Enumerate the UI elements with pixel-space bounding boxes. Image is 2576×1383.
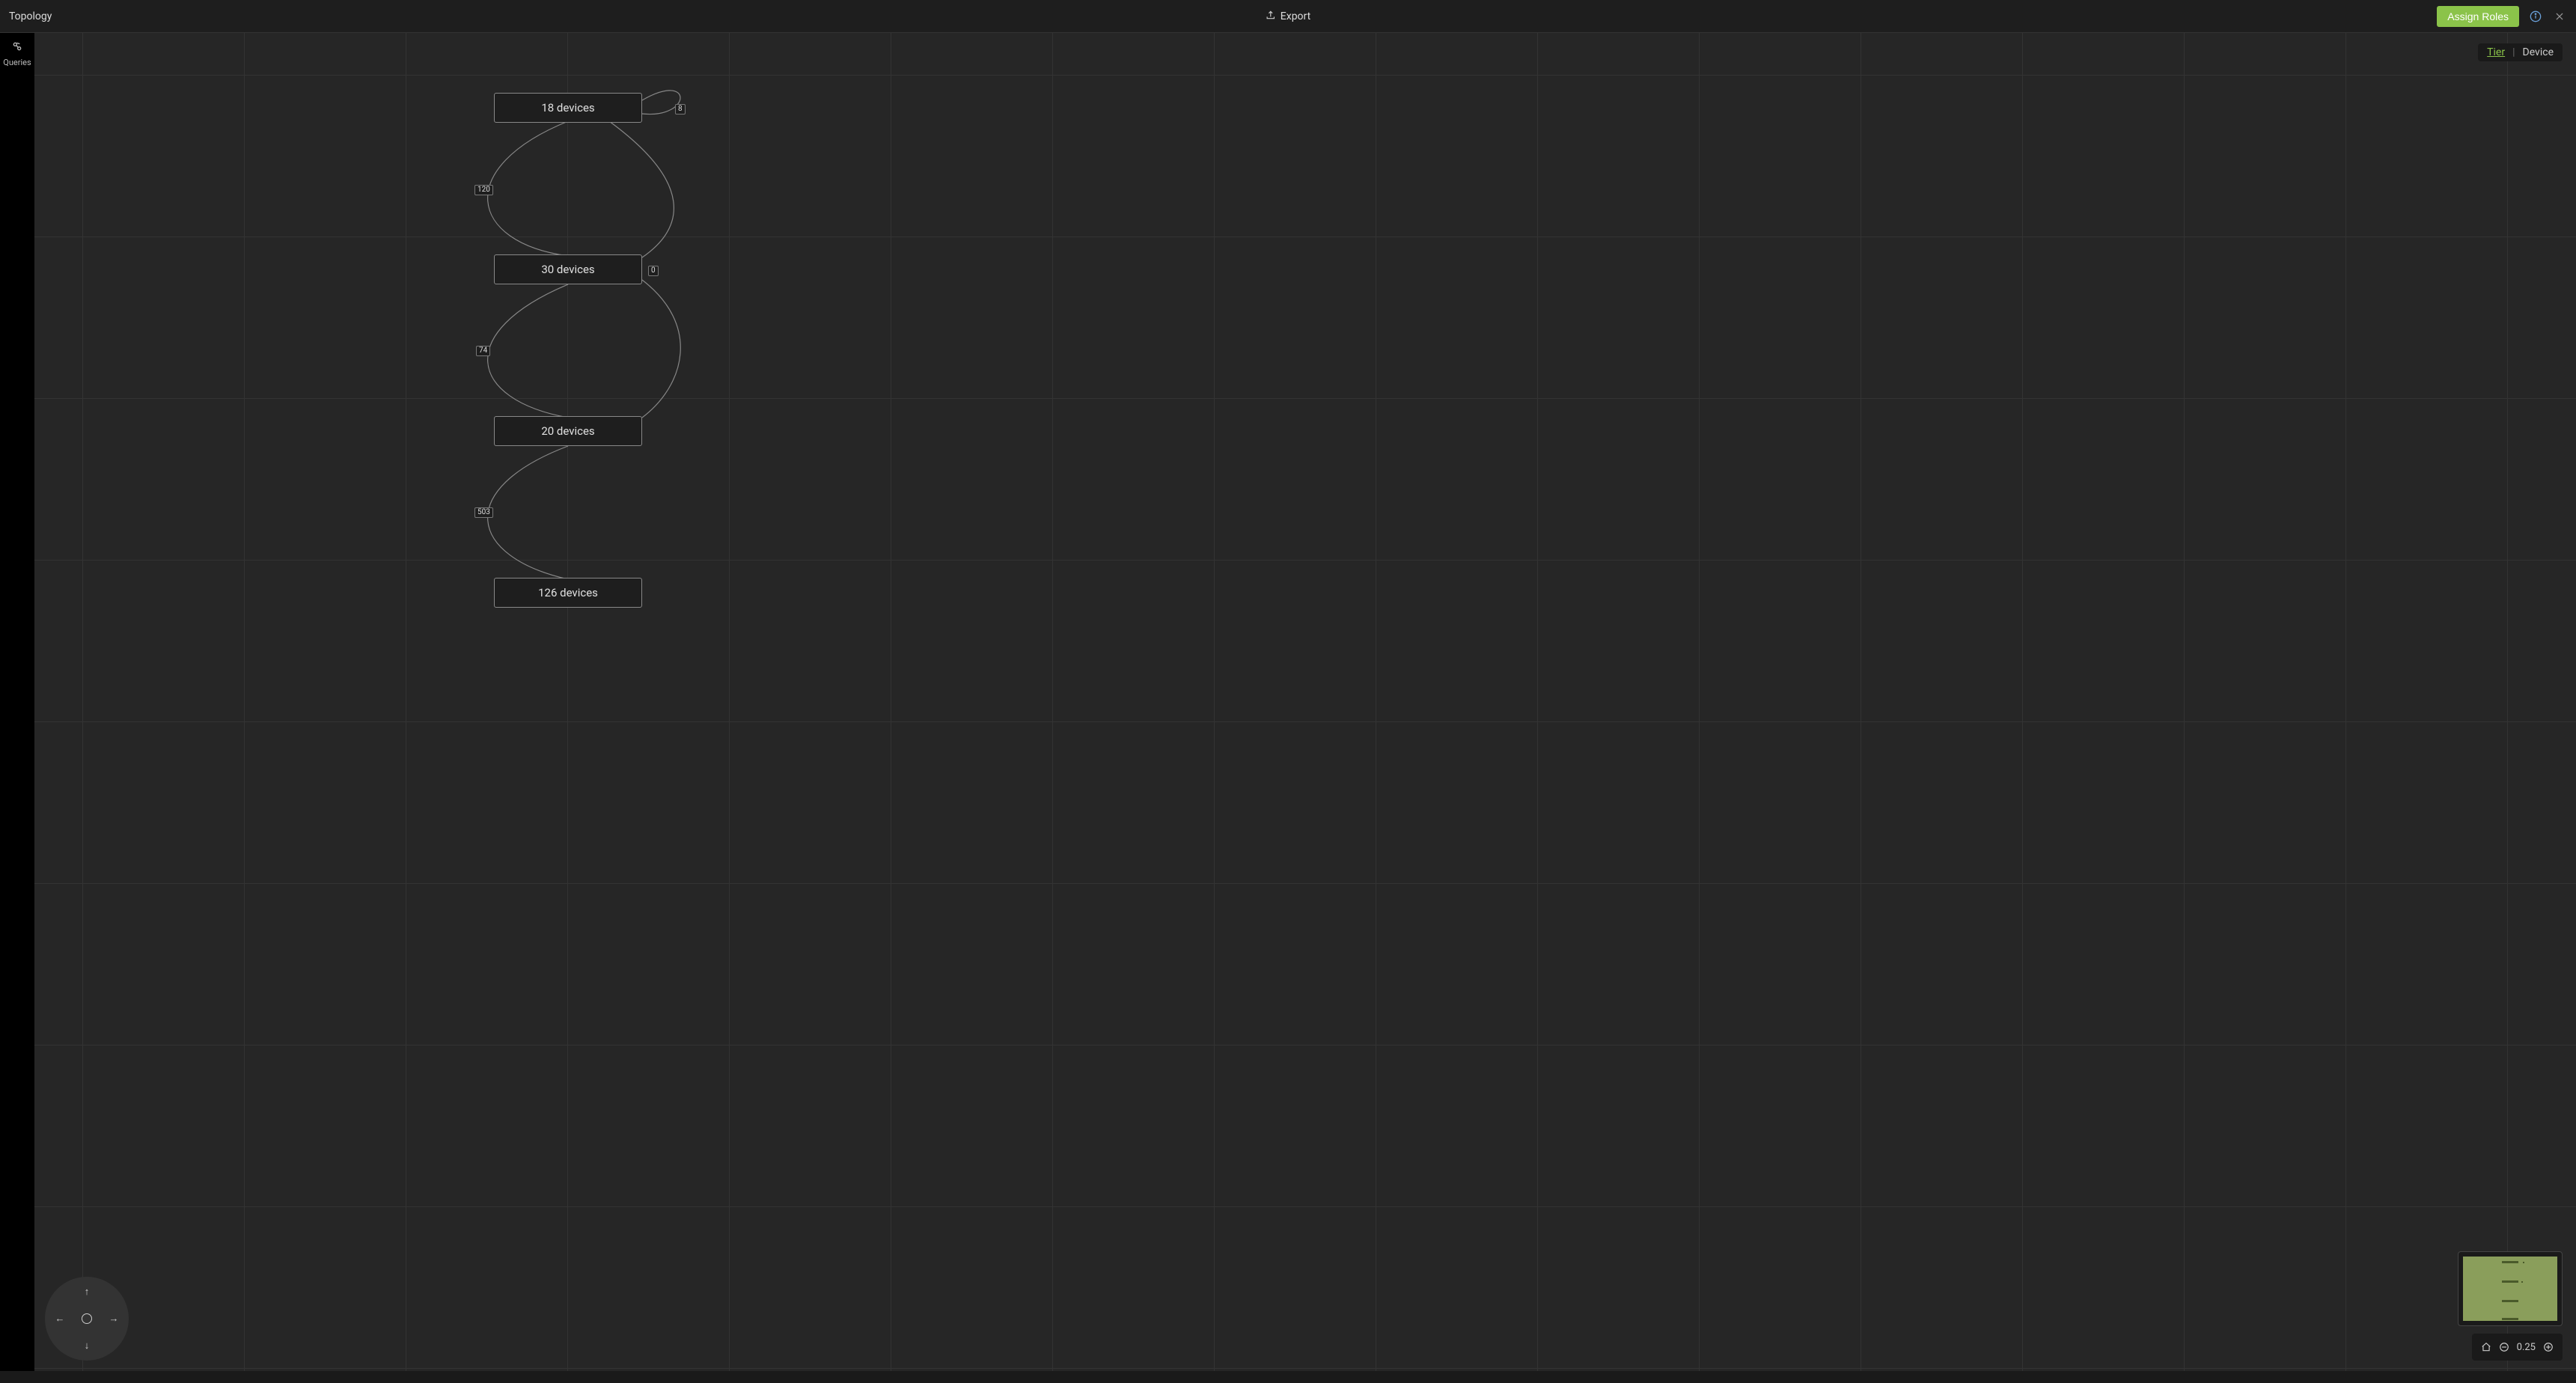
topology-canvas[interactable]: 18 devices 30 devices 20 devices 126 dev… — [34, 33, 2576, 1371]
tier-label: 18 devices — [541, 101, 594, 115]
left-rail: Queries — [0, 33, 34, 1383]
page-title: Topology — [9, 10, 52, 22]
tier-node-3[interactable]: 20 devices — [494, 416, 642, 446]
queries-label: Queries — [3, 58, 31, 67]
export-icon — [1266, 10, 1276, 23]
export-button[interactable]: Export — [1266, 10, 1310, 23]
edge-label-1-2-r: 0 — [648, 266, 659, 276]
edge-label-3-4-l: 503 — [474, 507, 493, 518]
edge-label-2-3-l: 74 — [476, 346, 490, 356]
tier-node-1[interactable]: 18 devices — [494, 93, 642, 123]
status-strip — [0, 1371, 2576, 1383]
close-icon[interactable] — [2552, 9, 2567, 24]
queries-tab[interactable]: Queries — [3, 40, 31, 67]
tier-label: 126 devices — [538, 586, 598, 599]
export-label: Export — [1281, 10, 1310, 22]
info-icon[interactable] — [2528, 9, 2543, 24]
assign-roles-button[interactable]: Assign Roles — [2437, 6, 2519, 27]
edge-label-1-2-l: 120 — [474, 185, 493, 195]
edge-label-selfloop: 8 — [675, 104, 686, 115]
queries-icon — [11, 40, 23, 55]
header-actions: Assign Roles — [2437, 6, 2567, 27]
tier-node-2[interactable]: 30 devices — [494, 254, 642, 284]
header-bar: Topology Export Assign Roles — [0, 0, 2576, 33]
tier-node-4[interactable]: 126 devices — [494, 578, 642, 608]
edge-layer — [34, 33, 2576, 1371]
tier-label: 30 devices — [541, 263, 594, 276]
tier-label: 20 devices — [541, 424, 594, 438]
